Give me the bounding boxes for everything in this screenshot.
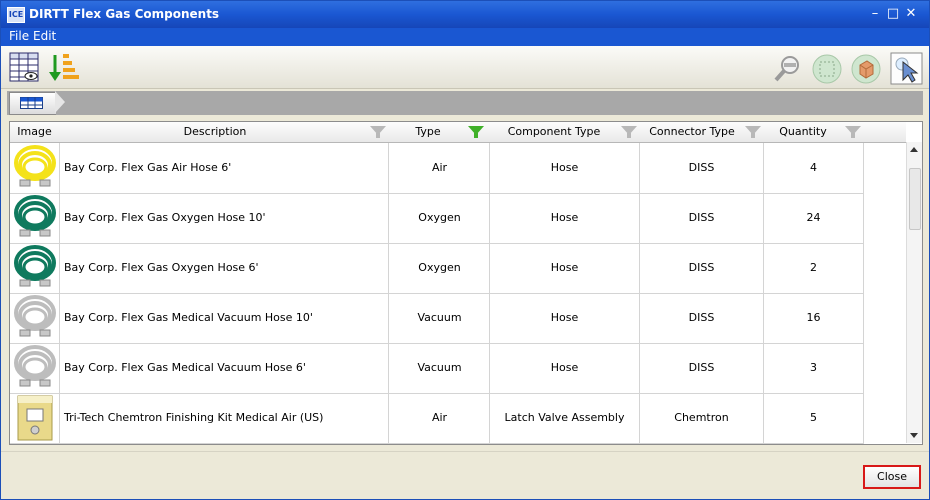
hose-coil-icon xyxy=(14,145,56,187)
cell-connector-type: DISS xyxy=(640,293,764,343)
product-thumbnail xyxy=(10,343,60,393)
cell-type: Oxygen xyxy=(390,193,490,243)
components-table: Image Description Type Component Type Co… xyxy=(9,121,923,445)
cell-component-type: Hose xyxy=(490,193,640,243)
cell-quantity: 3 xyxy=(764,343,864,393)
scroll-up-icon[interactable] xyxy=(910,147,918,152)
cell-quantity: 2 xyxy=(764,243,864,293)
footer-divider xyxy=(1,451,929,452)
cell-connector-type: DISS xyxy=(640,343,764,393)
table-row[interactable]: Bay Corp. Flex Gas Air Hose 6' Air Hose DIS… xyxy=(10,143,864,194)
close-window-icon[interactable]: ✕ xyxy=(903,6,919,22)
vertical-scrollbar[interactable] xyxy=(906,142,922,443)
cell-type: Air xyxy=(390,393,490,443)
cell-description: Bay Corp. Flex Gas Medical Vacuum Hose 6… xyxy=(60,343,389,393)
cell-component-type: Hose xyxy=(490,243,640,293)
select-box-icon[interactable] xyxy=(811,53,843,85)
cell-description: Bay Corp. Flex Gas Air Hose 6' xyxy=(60,143,389,193)
cell-description: Bay Corp. Flex Gas Oxygen Hose 10' xyxy=(60,193,389,243)
zoom-icon[interactable] xyxy=(773,54,803,84)
cell-type: Oxygen xyxy=(390,243,490,293)
table-row[interactable]: Bay Corp. Flex Gas Medical Vacuum Hose 1… xyxy=(10,293,864,344)
cell-quantity: 16 xyxy=(764,293,864,343)
title-bar: ICE DIRTT Flex Gas Components – □ ✕ xyxy=(1,1,929,28)
app-icon: ICE xyxy=(7,7,25,23)
table-view-icon[interactable] xyxy=(9,52,41,84)
table-row[interactable]: Bay Corp. Flex Gas Oxygen Hose 10' Oxygen… xyxy=(10,193,864,244)
table-header: Image Description Type Component Type Co… xyxy=(10,122,906,143)
column-header-type[interactable]: Type xyxy=(390,122,466,142)
cell-description: Tri-Tech Chemtron Finishing Kit Medical … xyxy=(60,393,389,443)
window-title: DIRTT Flex Gas Components xyxy=(29,7,220,21)
menu-bar: File Edit xyxy=(1,28,929,46)
cell-connector-type: DISS xyxy=(640,243,764,293)
cell-component-type: Hose xyxy=(490,293,640,343)
cell-description: Bay Corp. Flex Gas Medical Vacuum Hose 1… xyxy=(60,293,389,343)
cell-connector-type: Chemtron xyxy=(640,393,764,443)
cell-type: Air xyxy=(390,143,490,193)
dialog-window: ICE DIRTT Flex Gas Components – □ ✕ File… xyxy=(0,0,930,500)
breadcrumb-arrow xyxy=(55,91,65,113)
maximize-icon[interactable]: □ xyxy=(885,6,901,22)
cell-type: Vacuum xyxy=(390,343,490,393)
cell-connector-type: DISS xyxy=(640,143,764,193)
table-breadcrumb-icon xyxy=(20,97,43,109)
menu-file[interactable]: File xyxy=(9,29,29,43)
scroll-down-icon[interactable] xyxy=(910,433,918,438)
filter-active-icon[interactable] xyxy=(468,126,484,138)
minimize-icon[interactable]: – xyxy=(867,6,883,22)
column-header-description[interactable]: Description xyxy=(60,122,370,142)
cell-component-type: Hose xyxy=(490,143,640,193)
scroll-thumb[interactable] xyxy=(909,168,921,230)
column-header-component-type[interactable]: Component Type xyxy=(490,122,618,142)
finishing-kit-icon xyxy=(17,395,53,441)
column-header-quantity[interactable]: Quantity xyxy=(764,122,842,142)
column-header-image[interactable]: Image xyxy=(10,122,59,142)
pointer-icon[interactable] xyxy=(890,52,924,86)
product-thumbnail xyxy=(10,393,60,443)
menu-edit[interactable]: Edit xyxy=(33,29,56,43)
hose-coil-icon xyxy=(14,245,56,287)
filter-icon[interactable] xyxy=(845,126,861,138)
cell-type: Vacuum xyxy=(390,293,490,343)
product-thumbnail xyxy=(10,143,60,193)
filter-icon[interactable] xyxy=(370,126,386,138)
breadcrumb xyxy=(7,91,923,115)
table-row[interactable]: Tri-Tech Chemtron Finishing Kit Medical … xyxy=(10,393,864,444)
sort-order-icon[interactable] xyxy=(49,52,81,84)
close-button[interactable]: Close xyxy=(863,465,921,489)
hose-coil-icon xyxy=(14,345,56,387)
hose-coil-icon xyxy=(14,195,56,237)
table-row[interactable]: Bay Corp. Flex Gas Medical Vacuum Hose 6… xyxy=(10,343,864,394)
cell-quantity: 4 xyxy=(764,143,864,193)
breadcrumb-item[interactable] xyxy=(9,92,56,115)
filter-icon[interactable] xyxy=(745,126,761,138)
filter-icon[interactable] xyxy=(621,126,637,138)
column-header-connector-type[interactable]: Connector Type xyxy=(640,122,744,142)
cell-description: Bay Corp. Flex Gas Oxygen Hose 6' xyxy=(60,243,389,293)
toolbar xyxy=(1,46,929,89)
product-thumbnail xyxy=(10,193,60,243)
cell-component-type: Latch Valve Assembly xyxy=(490,393,640,443)
hose-coil-icon xyxy=(14,295,56,337)
cube-icon[interactable] xyxy=(850,53,882,85)
product-thumbnail xyxy=(10,243,60,293)
cell-component-type: Hose xyxy=(490,343,640,393)
cell-quantity: 5 xyxy=(764,393,864,443)
table-row[interactable]: Bay Corp. Flex Gas Oxygen Hose 6' Oxygen H… xyxy=(10,243,864,294)
product-thumbnail xyxy=(10,293,60,343)
cell-quantity: 24 xyxy=(764,193,864,243)
cell-connector-type: DISS xyxy=(640,193,764,243)
